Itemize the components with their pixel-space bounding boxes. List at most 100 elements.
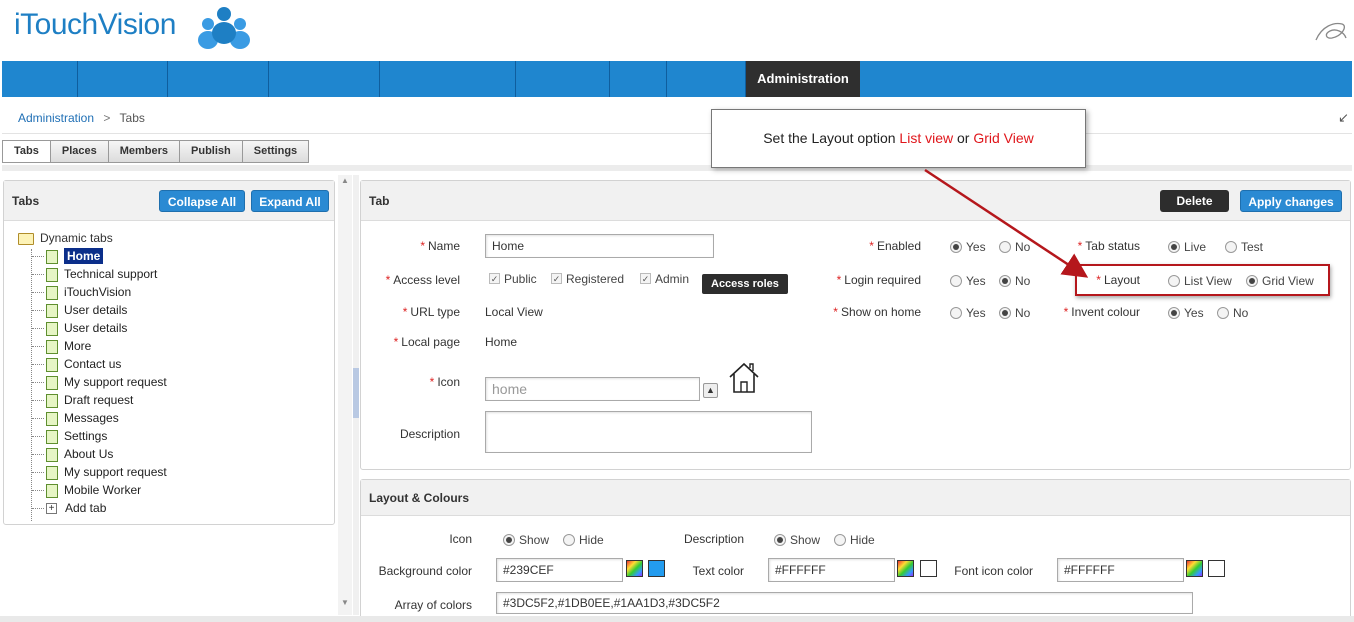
page-icon xyxy=(46,393,58,408)
tab-tabs[interactable]: Tabs xyxy=(3,141,51,162)
tab-publish[interactable]: Publish xyxy=(180,141,243,162)
tree-item-add-tab[interactable]: + Add tab xyxy=(32,499,106,517)
tree-item[interactable]: User details xyxy=(32,319,127,337)
breadcrumb-separator: > xyxy=(103,111,111,125)
font-icon-color-picker-icon[interactable] xyxy=(1186,560,1203,577)
apply-changes-button[interactable]: Apply changes xyxy=(1240,190,1342,212)
enabled-label: * Enabled xyxy=(869,239,921,253)
page-icon xyxy=(46,303,58,318)
left-scrollbar[interactable] xyxy=(338,175,352,615)
tab-places[interactable]: Places xyxy=(50,141,109,162)
annotation-callout: Set the Layout option List view or Grid … xyxy=(711,109,1086,168)
tree-root[interactable]: Dynamic tabs xyxy=(18,231,113,247)
layout-colours-panel: Layout & Colours Icon Show Hide Descript… xyxy=(360,479,1351,619)
invent-no-radio[interactable]: No xyxy=(1217,306,1248,320)
invent-yes-radio[interactable]: Yes xyxy=(1168,306,1204,320)
page-icon xyxy=(46,483,58,498)
scroll-down-icon[interactable]: ▼ xyxy=(338,598,352,608)
nav-item[interactable] xyxy=(516,61,610,97)
breadcrumb-current: Tabs xyxy=(119,111,145,125)
enabled-yes-radio[interactable]: Yes xyxy=(950,240,986,254)
tree-item[interactable]: My support request xyxy=(32,373,167,391)
description-textarea[interactable] xyxy=(485,411,812,453)
panel-title: Tab xyxy=(369,194,390,208)
tree-item[interactable]: More xyxy=(32,337,91,355)
access-level-label: * Access level xyxy=(385,273,460,287)
tree-item[interactable]: Messages xyxy=(32,409,119,427)
font-icon-color-input[interactable]: #FFFFFF xyxy=(1057,558,1184,582)
nav-item[interactable] xyxy=(667,61,746,97)
access-admin-checkbox[interactable]: ✓ Admin xyxy=(640,272,689,286)
panel-title: Tabs xyxy=(12,194,40,208)
signature-logo-icon xyxy=(1315,22,1347,41)
tree-item[interactable]: Settings xyxy=(32,427,107,445)
access-public-checkbox[interactable]: ✓ Public xyxy=(489,272,537,286)
background-color-picker-icon[interactable] xyxy=(626,560,643,577)
tab-settings[interactable]: Settings xyxy=(242,141,309,162)
login-required-label: * Login required xyxy=(836,273,921,287)
tree-item[interactable]: Technical support xyxy=(32,265,157,283)
tree-item[interactable]: About Us xyxy=(32,445,113,463)
background-color-input[interactable]: #239CEF xyxy=(496,558,623,582)
expand-all-button[interactable]: Expand All xyxy=(251,190,329,212)
icon-dropdown-button[interactable]: ▲ xyxy=(703,383,718,398)
nav-item[interactable] xyxy=(168,61,269,97)
divider xyxy=(2,165,1352,171)
show-home-yes-radio[interactable]: Yes xyxy=(950,306,986,320)
panel-header: Layout & Colours xyxy=(361,480,1350,516)
status-test-radio[interactable]: Test xyxy=(1225,240,1263,254)
access-registered-checkbox[interactable]: ✓ Registered xyxy=(551,272,624,286)
people-logo-icon xyxy=(198,7,250,49)
collapse-arrow-icon[interactable]: ↙ xyxy=(1338,110,1349,126)
tree-item[interactable]: Draft request xyxy=(32,391,133,409)
name-label: * Name xyxy=(420,239,460,253)
icon-input[interactable]: home xyxy=(485,377,700,401)
nav-item[interactable] xyxy=(78,61,168,97)
panel-header: Tab Delete Apply changes xyxy=(361,181,1350,221)
breadcrumb: Administration > Tabs xyxy=(18,111,145,125)
text-color-input[interactable]: #FFFFFF xyxy=(768,558,895,582)
tree-item[interactable]: My support request xyxy=(32,463,167,481)
page-icon xyxy=(46,357,58,372)
tab-status-label: * Tab status xyxy=(1077,239,1140,253)
nav-item[interactable] xyxy=(2,61,78,97)
array-of-colors-label: Array of colors xyxy=(394,598,472,612)
enabled-no-radio[interactable]: No xyxy=(999,240,1030,254)
array-of-colors-input[interactable]: #3DC5F2,#1DB0EE,#1AA1D3,#3DC5F2 xyxy=(496,592,1193,614)
background-color-swatch xyxy=(648,560,665,577)
nav-item[interactable] xyxy=(610,61,667,97)
status-live-radio[interactable]: Live xyxy=(1168,240,1206,254)
login-no-radio[interactable]: No xyxy=(999,274,1030,288)
nav-item[interactable] xyxy=(269,61,380,97)
nav-item-administration[interactable]: Administration xyxy=(746,61,860,97)
collapse-all-button[interactable]: Collapse All xyxy=(159,190,245,212)
show-on-home-label: * Show on home xyxy=(833,305,921,319)
icon-label: * Icon xyxy=(429,375,460,389)
icon-hide-radio[interactable]: Hide xyxy=(563,533,604,547)
tree-item[interactable]: User details xyxy=(32,301,127,319)
tab-members[interactable]: Members xyxy=(108,141,181,162)
tree-item[interactable]: iTouchVision xyxy=(32,283,131,301)
description-hide-radio[interactable]: Hide xyxy=(834,533,875,547)
local-page-label: * Local page xyxy=(393,335,460,349)
tree-item[interactable]: Mobile Worker xyxy=(32,481,141,499)
splitter-handle[interactable] xyxy=(353,368,359,418)
tree-item[interactable]: Contact us xyxy=(32,355,121,373)
show-home-no-radio[interactable]: No xyxy=(999,306,1030,320)
nav-item[interactable] xyxy=(380,61,516,97)
text-color-picker-icon[interactable] xyxy=(897,560,914,577)
description-show-radio[interactable]: Show xyxy=(774,533,820,547)
house-icon xyxy=(729,362,759,393)
name-input[interactable]: Home xyxy=(485,234,714,258)
breadcrumb-administration-link[interactable]: Administration xyxy=(18,111,94,125)
section-tab-bar: Tabs Places Members Publish Settings xyxy=(2,140,310,163)
url-type-label: * URL type xyxy=(402,305,460,319)
login-yes-radio[interactable]: Yes xyxy=(950,274,986,288)
access-roles-button[interactable]: Access roles xyxy=(702,274,788,294)
scroll-up-icon[interactable]: ▲ xyxy=(338,176,352,186)
delete-button[interactable]: Delete xyxy=(1160,190,1229,212)
icon-show-radio[interactable]: Show xyxy=(503,533,549,547)
tabs-tree-panel: Tabs Collapse All Expand All Dynamic tab… xyxy=(3,180,335,525)
tree-item-home[interactable]: Home xyxy=(32,247,104,265)
text-color-label: Text color xyxy=(692,564,744,578)
